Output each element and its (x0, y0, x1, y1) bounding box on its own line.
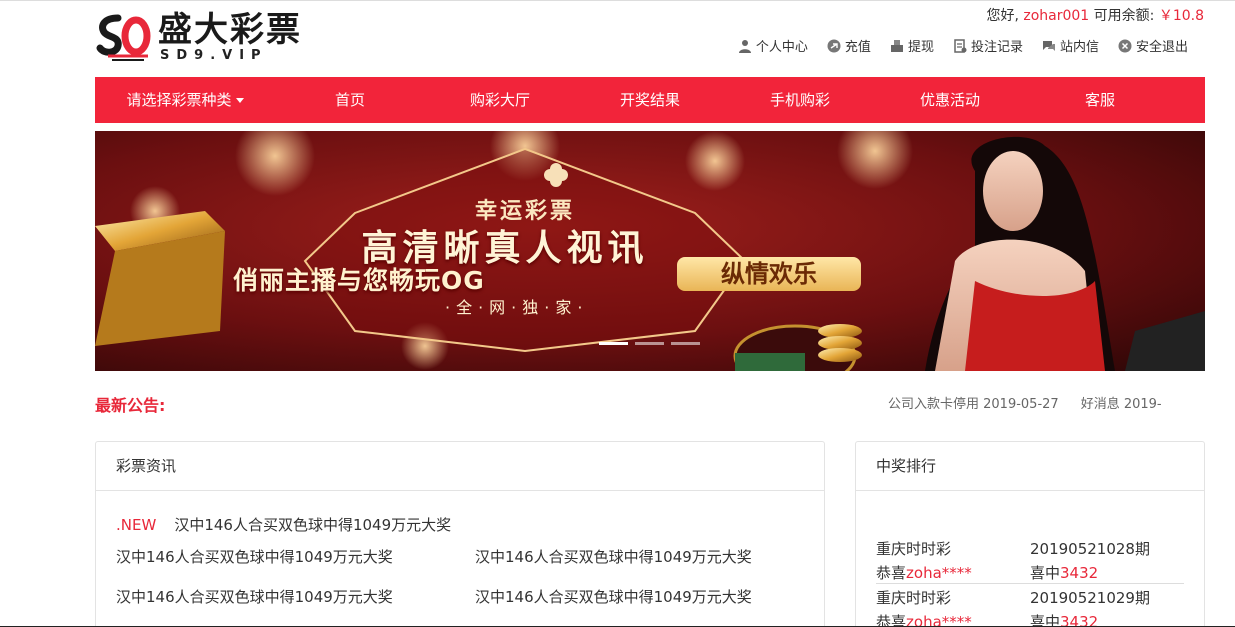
message-icon (1042, 40, 1055, 51)
link-recharge[interactable]: 充值 (827, 36, 871, 55)
link-label: 投注记录 (970, 40, 1023, 55)
notice-item[interactable]: 好消息 2019- (1081, 397, 1162, 412)
news-link[interactable]: 汉中146人合买双色球中得1049万元大奖 (475, 546, 752, 567)
user-greeting: 您好, zohar001 可用余额: ￥10.8 (986, 5, 1204, 25)
logout-icon (1118, 39, 1132, 52)
logo-title: 盛大彩票 (158, 10, 302, 50)
caret-down-icon (235, 98, 244, 103)
featured-news[interactable]: .NEW 汉中146人合买双色球中得1049万元大奖 (116, 514, 451, 535)
balance-label: 可用余额: (1093, 8, 1155, 24)
rank-amount: 喜中3432 (1030, 562, 1098, 583)
nav-customer-service[interactable]: 客服 (1025, 77, 1175, 123)
panel-title: 中奖排行 (856, 442, 1204, 491)
logo-mark-icon (96, 14, 151, 61)
nav-draw-results[interactable]: 开奖结果 (575, 77, 725, 123)
winner-name: zoha**** (906, 564, 972, 582)
notice-marquee: 公司入款卡停用 2019-05-27 好消息 2019- (888, 393, 1205, 412)
rank-period: 20190521029期 (1030, 589, 1150, 607)
record-icon (954, 38, 967, 53)
win-amount: 3432 (1060, 613, 1099, 627)
link-bet-records[interactable]: 投注记录 (953, 36, 1023, 55)
link-logout[interactable]: 安全退出 (1118, 36, 1188, 55)
balance-value: ￥10.8 (1158, 8, 1204, 24)
rank-period: 20190521028期 (1030, 540, 1150, 558)
news-link: 汉中146人合买双色球中得1049万元大奖 (174, 516, 452, 534)
main-nav: 请选择彩票种类 首页 购彩大厅 开奖结果 手机购彩 优惠活动 客服 (95, 77, 1205, 123)
news-link[interactable]: 汉中146人合买双色球中得1049万元大奖 (116, 546, 393, 567)
panel-title: 彩票资讯 (96, 442, 824, 491)
banner-badge: 纵情欢乐 (677, 257, 861, 291)
user-icon (738, 39, 751, 53)
username[interactable]: zohar001 (1023, 8, 1089, 24)
top-border (0, 0, 1235, 1)
link-withdraw[interactable]: 提现 (890, 36, 934, 55)
banner-line: 俏丽主播与您畅玩OG (233, 266, 485, 295)
notice-label: 最新公告: (95, 396, 166, 415)
link-messages[interactable]: 站内信 (1042, 36, 1099, 55)
carousel-dot[interactable] (671, 342, 700, 345)
user-links: 个人中心 充值 提现 投注记录 站内信 安全退出 (738, 36, 1188, 55)
link-label: 安全退出 (1135, 40, 1188, 55)
link-label: 站内信 (1059, 40, 1099, 55)
rank-winner: 恭喜zoha**** (876, 611, 972, 627)
link-user-center[interactable]: 个人中心 (738, 36, 808, 55)
news-link[interactable]: 汉中146人合买双色球中得1049万元大奖 (475, 586, 752, 607)
carousel-dot[interactable] (599, 342, 628, 345)
nav-label: 请选择彩票种类 (126, 91, 232, 109)
site-logo[interactable]: 盛大彩票 SD9.VIP (96, 10, 326, 66)
win-label: 喜中 (1030, 613, 1061, 627)
winner-name: zoha**** (906, 613, 972, 627)
winning-ranking-panel: 中奖排行 重庆时时彩 20190521028期 恭喜zoha**** 喜中343… (855, 441, 1205, 627)
withdraw-icon (890, 39, 903, 52)
notice-item[interactable]: 公司入款卡停用 2019-05-27 (888, 397, 1059, 412)
congrats-label: 恭喜 (876, 564, 907, 582)
promo-banner[interactable]: 幸运彩票 高清晰真人视讯 俏丽主播与您畅玩OG 纵情欢乐 ·全·网·独·家· (95, 131, 1205, 371)
divider (876, 583, 1184, 584)
rank-winner: 恭喜zoha**** (876, 562, 972, 583)
nav-promotions[interactable]: 优惠活动 (875, 77, 1025, 123)
carousel-indicators (599, 342, 700, 345)
recharge-icon (827, 39, 841, 52)
congrats-label: 恭喜 (876, 613, 907, 627)
new-badge: .NEW (116, 516, 157, 534)
carousel-dot[interactable] (635, 342, 664, 345)
rank-game: 重庆时时彩 (876, 540, 952, 558)
banner-tagline: ·全·网·独·家· (445, 298, 589, 317)
lottery-news-panel: 彩票资讯 .NEW 汉中146人合买双色球中得1049万元大奖 汉中146人合买双… (95, 441, 825, 627)
win-amount: 3432 (1060, 564, 1099, 582)
link-label: 充值 (844, 40, 871, 55)
win-label: 喜中 (1030, 564, 1061, 582)
link-label: 个人中心 (755, 40, 808, 55)
nav-lottery-hall[interactable]: 购彩大厅 (425, 77, 575, 123)
nav-home[interactable]: 首页 (275, 77, 425, 123)
logo-subtitle: SD9.VIP (160, 48, 268, 63)
rank-amount: 喜中3432 (1030, 611, 1098, 627)
link-label: 提现 (907, 40, 934, 55)
nav-mobile-lottery[interactable]: 手机购彩 (725, 77, 875, 123)
rank-game: 重庆时时彩 (876, 589, 952, 607)
news-link[interactable]: 汉中146人合买双色球中得1049万元大奖 (116, 586, 393, 607)
nav-lottery-select[interactable]: 请选择彩票种类 (95, 77, 275, 123)
greeting-prefix: 您好, (986, 8, 1019, 24)
